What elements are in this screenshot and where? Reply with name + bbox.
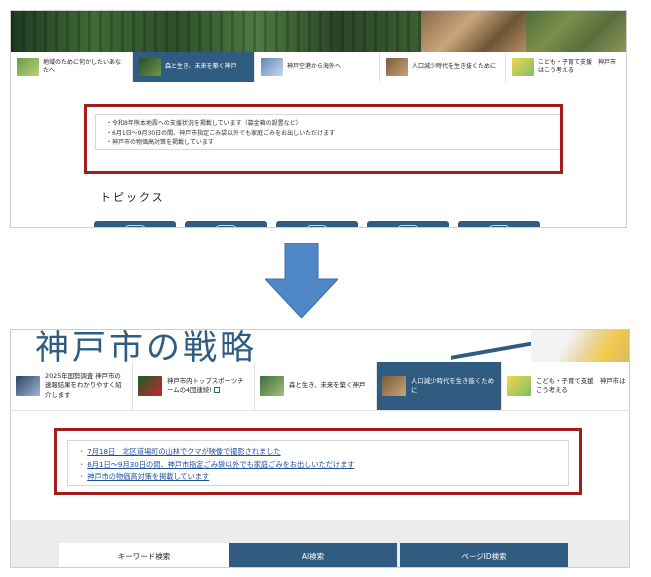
tab-thumbnail <box>16 376 40 396</box>
arrow-down-icon <box>265 243 338 318</box>
cafe-photo <box>421 11 526 52</box>
nav-tab-childcare[interactable]: こども・子育て支援 神戸市はこう考える <box>506 52 626 82</box>
tab-thumbnail <box>261 58 283 76</box>
tab-thumbnail <box>139 58 161 76</box>
tab-thumbnail <box>512 58 534 76</box>
nav-tab-label-wrap: 神戸市内トップスポーツチームの4団連続! <box>167 377 249 396</box>
topic-button[interactable] <box>458 221 540 227</box>
nav-tab-population[interactable]: 人口減少時代を生き抜くために <box>380 52 506 82</box>
nav-tab-label: 神戸空港から海外へ <box>287 63 342 71</box>
nav-tab-label: 森と生き、未来を築く神戸 <box>289 381 366 390</box>
nav-tab-label: 人口減少時代を生き抜くために <box>411 376 495 394</box>
nav-tab-childcare[interactable]: こども・子育て支援 神戸市はこう考える <box>502 362 629 410</box>
nav-tab-label: 人口減少時代を生き抜くために <box>412 63 497 71</box>
nav-tab-forest[interactable]: 森と生き、未来を築く神戸 <box>133 52 255 82</box>
nav-tab-label: 地域のために何かしたいあなたへ <box>43 59 122 74</box>
tab-thumbnail <box>507 376 531 396</box>
nav-tab-community[interactable]: 地域のために何かしたいあなたへ <box>11 52 133 82</box>
tab-thumbnail <box>17 58 39 76</box>
forest-photo <box>11 11 421 52</box>
nav-tab-label: こども・子育て支援 神戸市はこう考える <box>538 59 617 74</box>
nav-tab-label: 森と生き、未来を築く神戸 <box>165 63 237 71</box>
tab-keyword-search[interactable]: キーワード検索 <box>59 543 229 567</box>
tab-thumbnail <box>382 376 406 396</box>
nav-tab-airport[interactable]: 神戸空港から海外へ <box>255 52 380 82</box>
topic-button[interactable] <box>185 221 267 227</box>
bag-icon <box>306 225 328 227</box>
bottom-screenshot: 神戸市の戦略 2025年国勢調査 神戸市の速報結果をわかりやすく紹介します 神戸… <box>10 329 630 568</box>
highlight-frame <box>54 428 582 495</box>
topic-button[interactable] <box>276 221 358 227</box>
nav-tab-label: 2025年国勢調査 神戸市の速報結果をわかりやすく紹介します <box>45 372 122 399</box>
nav-tab-forest[interactable]: 森と生き、未来を築く神戸 <box>255 362 377 410</box>
top-screenshot: 地域のために何かしたいあなたへ 森と生き、未来を築く神戸 神戸空港から海外へ 人… <box>10 10 627 228</box>
field-photo <box>526 11 626 52</box>
strategy-banner: 神戸市の戦略 <box>11 330 629 362</box>
tab-thumbnail <box>386 58 408 76</box>
divider <box>11 410 629 411</box>
nav-tab-census[interactable]: 2025年国勢調査 神戸市の速報結果をわかりやすく紹介します <box>11 362 133 410</box>
nav-tab-label: こども・子育て支援 神戸市はこう考える <box>536 376 626 394</box>
banner-photo <box>531 330 629 362</box>
highlight-frame <box>84 104 563 174</box>
page-heading: 神戸市の戦略 <box>35 330 257 362</box>
nav-tab-label: 神戸市内トップスポーツチームの4団連続! <box>167 376 244 394</box>
nav-tab-sports[interactable]: 神戸市内トップスポーツチームの4団連続! <box>133 362 255 410</box>
tab-ai-search[interactable]: AI検索 <box>229 543 397 567</box>
topic-button[interactable] <box>94 221 176 227</box>
topics-heading: トピックス <box>100 191 165 204</box>
tab-page-id-search[interactable]: ページID検索 <box>400 543 568 567</box>
book-icon <box>397 225 419 227</box>
topic-button[interactable] <box>367 221 449 227</box>
tab-thumbnail <box>260 376 284 396</box>
topic-icon <box>124 225 146 227</box>
tab-thumbnail <box>138 376 162 396</box>
sun-icon <box>488 225 510 227</box>
external-link-icon <box>213 387 220 393</box>
nav-tab-population[interactable]: 人口減少時代を生き抜くために <box>377 362 502 410</box>
trash-icon <box>215 225 237 227</box>
hero-image-strip <box>11 11 626 52</box>
